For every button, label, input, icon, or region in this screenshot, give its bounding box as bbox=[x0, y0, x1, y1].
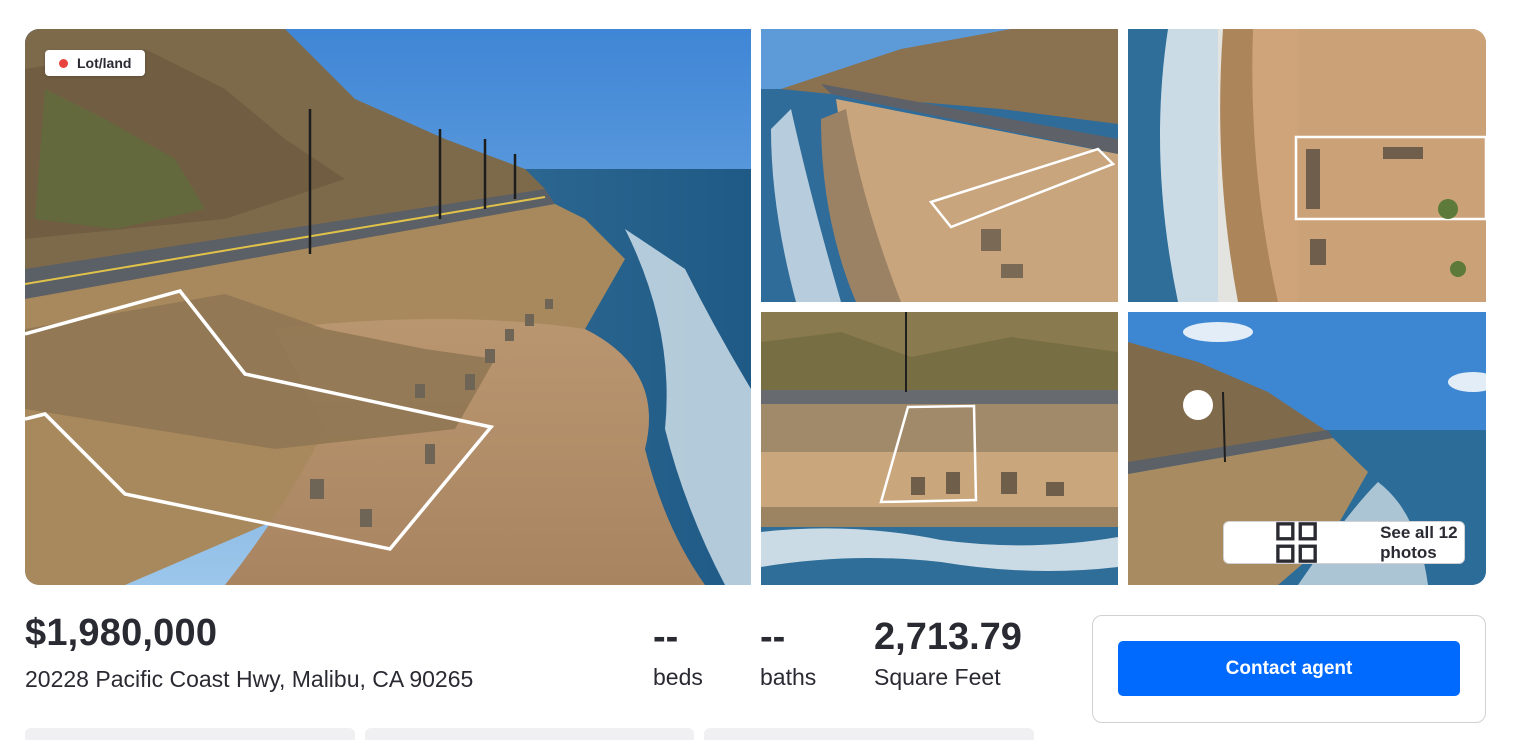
main-photo[interactable]: Lot/land bbox=[25, 29, 751, 585]
baths-label: baths bbox=[760, 664, 817, 690]
main-photo-image bbox=[25, 29, 751, 585]
photo-thumbnail-4[interactable] bbox=[761, 312, 1118, 585]
listing-address: 20228 Pacific Coast Hwy, Malibu, CA 9026… bbox=[25, 666, 474, 692]
sqft-stat: 2,713.79 Square Feet bbox=[874, 614, 1022, 691]
baths-value: -- bbox=[760, 616, 786, 658]
photo-thumbnail-2[interactable] bbox=[761, 29, 1118, 302]
beds-stat: -- beds bbox=[653, 614, 703, 691]
see-all-photos-button[interactable]: See all 12 photos bbox=[1223, 521, 1465, 564]
sqft-label: Square Feet bbox=[874, 664, 1001, 690]
photo-thumbnail-3[interactable] bbox=[1128, 29, 1486, 302]
contact-agent-button[interactable]: Contact agent bbox=[1118, 641, 1460, 696]
see-all-photos-label: See all 12 photos bbox=[1380, 522, 1458, 562]
info-chip-1[interactable] bbox=[25, 728, 355, 740]
beds-label: beds bbox=[653, 664, 703, 690]
property-type-label: Lot/land bbox=[77, 55, 132, 71]
photo-4-image bbox=[761, 312, 1118, 585]
photo-gallery: Lot/land See all 12 photos bbox=[25, 29, 1486, 585]
baths-stat: -- baths bbox=[760, 614, 816, 691]
photo-2-image bbox=[761, 29, 1118, 302]
red-dot-icon bbox=[59, 58, 68, 68]
grid-icon bbox=[1276, 522, 1317, 563]
sqft-value: 2,713.79 bbox=[874, 616, 1022, 658]
info-chip-2[interactable] bbox=[365, 728, 694, 740]
beds-value: -- bbox=[653, 616, 679, 658]
listing-price: $1,980,000 bbox=[25, 612, 218, 654]
info-chip-3[interactable] bbox=[704, 728, 1034, 740]
photo-thumbnail-5[interactable]: See all 12 photos bbox=[1128, 312, 1486, 585]
photo-3-image bbox=[1128, 29, 1486, 302]
contact-card: Contact agent bbox=[1092, 615, 1486, 723]
property-type-badge: Lot/land bbox=[45, 50, 146, 76]
